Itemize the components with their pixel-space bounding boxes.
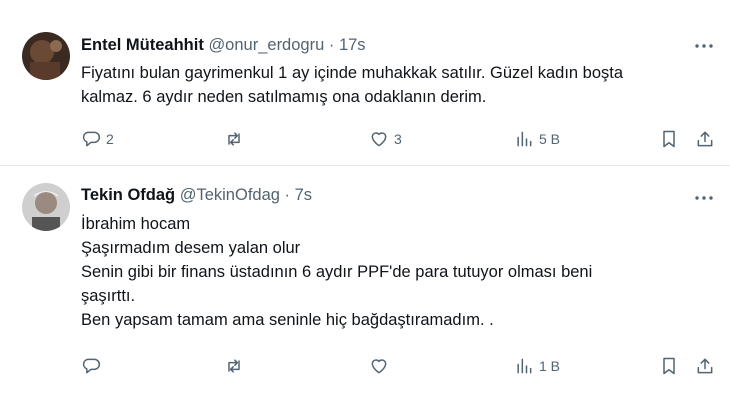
tweet-text-line: Ben yapsam tamam ama seninle hiç bağdaşt…: [81, 311, 494, 329]
like-button[interactable]: [369, 354, 394, 378]
more-dots-icon[interactable]: [692, 188, 716, 208]
share-button[interactable]: [695, 127, 715, 151]
separator: ·: [284, 186, 291, 204]
author-name[interactable]: Tekin Ofdağ: [81, 186, 175, 204]
bookmark-button[interactable]: [659, 354, 679, 378]
bookmark-button[interactable]: [659, 127, 679, 151]
separator: ·: [328, 36, 335, 54]
heart-icon: [371, 359, 387, 374]
reply-count: 2: [106, 131, 114, 147]
tweet-text-line: Fiyatını bulan gayrimenkul 1 ay içinde m…: [81, 64, 624, 82]
views-bar-icon: [517, 131, 532, 147]
views-button[interactable]: 1 B: [514, 354, 560, 378]
share-icon: [697, 358, 713, 374]
share-button[interactable]: [695, 354, 715, 378]
tweet[interactable]: Tekin Ofdağ @TekinOfdag · 7s İbrahim hoc…: [0, 166, 730, 420]
like-count: 3: [394, 131, 402, 147]
tweet-text-line: şaşırttı.: [81, 287, 136, 305]
timestamp[interactable]: 17s: [339, 36, 366, 54]
reply-button[interactable]: 2: [81, 127, 114, 151]
tweet-header: Tekin Ofdağ @TekinOfdag · 7s: [81, 186, 312, 205]
share-icon: [697, 131, 713, 147]
like-button[interactable]: 3: [369, 127, 402, 151]
author-handle[interactable]: @TekinOfdag: [180, 186, 280, 204]
reply-button[interactable]: [81, 354, 106, 378]
tweet[interactable]: Entel Müteahhit @onur_erdogru · 17s Fiya…: [0, 0, 730, 166]
retweet-icon: [228, 132, 240, 146]
bookmark-icon: [663, 130, 675, 148]
author-name[interactable]: Entel Müteahhit: [81, 36, 204, 54]
retweet-button[interactable]: [224, 354, 249, 378]
retweet-button[interactable]: [224, 127, 249, 151]
tweet-text: Fiyatını bulan gayrimenkul 1 ay içinde m…: [81, 61, 721, 109]
view-count: 5 B: [539, 131, 561, 147]
tweet-text-line: Şaşırmadım desem yalan olur: [81, 239, 301, 257]
retweet-icon: [228, 359, 240, 373]
tweet-text: İbrahim hocam Şaşırmadım desem yalan olu…: [81, 212, 721, 332]
reply-icon: [82, 358, 101, 374]
reply-icon: [82, 131, 101, 147]
tweet-text-line: Senin gibi bir finans üstadının 6 aydır …: [81, 263, 593, 281]
avatar[interactable]: [22, 183, 70, 231]
heart-icon: [371, 132, 387, 147]
views-bar-icon: [517, 358, 532, 374]
avatar[interactable]: [22, 32, 70, 80]
tweet-text-line: kalmaz. 6 aydır neden satılmamış ona oda…: [81, 88, 487, 106]
view-count: 1 B: [539, 358, 561, 374]
views-button[interactable]: 5 B: [514, 127, 560, 151]
author-handle[interactable]: @onur_erdogru: [208, 36, 324, 54]
tweet-actions: 2 3 5 B: [0, 127, 730, 151]
more-dots-icon[interactable]: [692, 36, 716, 56]
tweet-text-line: İbrahim hocam: [81, 215, 191, 233]
tweet-actions: 1 B: [0, 354, 730, 378]
tweet-header: Entel Müteahhit @onur_erdogru · 17s: [81, 36, 366, 55]
bookmark-icon: [663, 357, 675, 375]
timestamp[interactable]: 7s: [295, 186, 312, 204]
